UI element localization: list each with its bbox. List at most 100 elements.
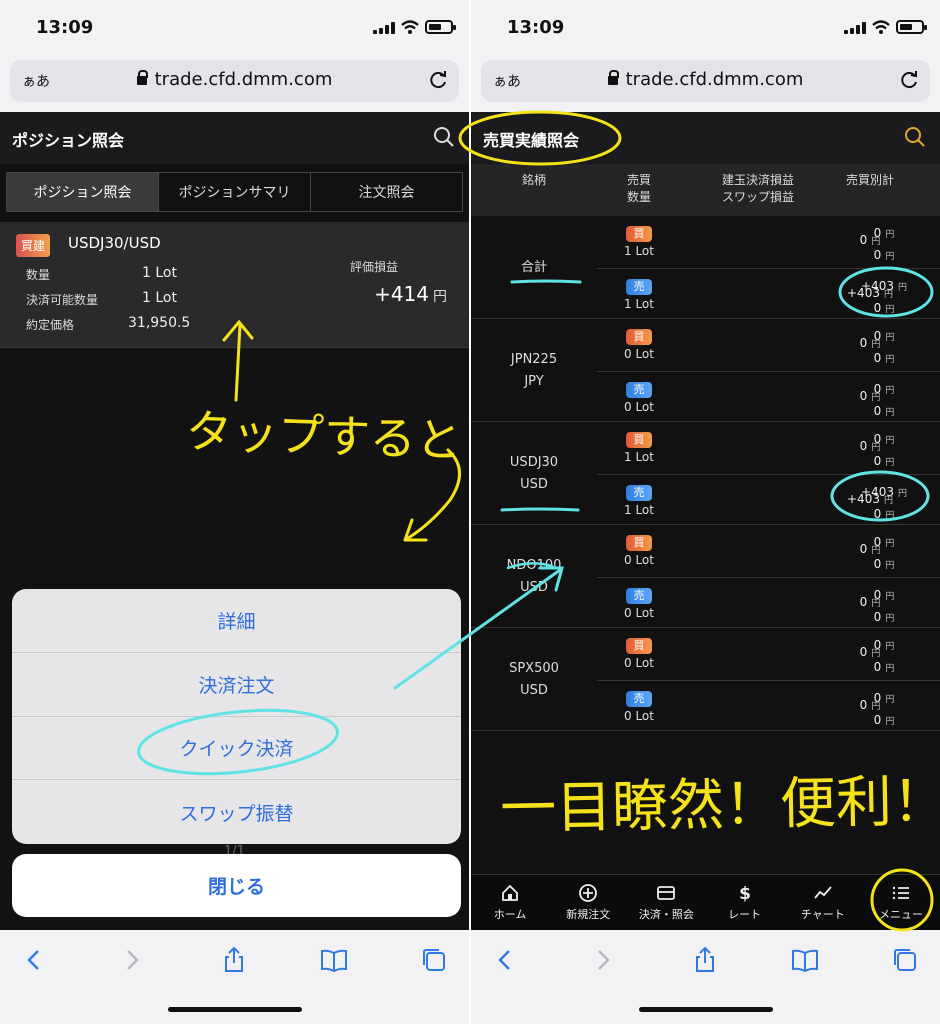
url-text: trade.cfd.dmm.com (625, 69, 804, 90)
table-row[interactable]: 買 0 Lot 0円 0円 0円 (597, 628, 940, 679)
exec-price-label: 約定価格 (26, 318, 75, 332)
symbol-cell: NDO100 USD (506, 557, 562, 595)
status-bar: 13:09 (0, 0, 469, 56)
forward-icon[interactable] (118, 946, 146, 974)
tab-orders[interactable]: 注文照会 (311, 173, 462, 211)
search-icon[interactable] (433, 126, 455, 148)
tabs-icon[interactable] (420, 946, 448, 974)
dollar-icon: $ (739, 884, 751, 903)
plus-circle-icon (579, 884, 598, 902)
status-bar: 13:09 (471, 0, 940, 56)
nav-item-card[interactable]: 決済・照会 (627, 875, 705, 930)
sheet-quick-settle-button[interactable]: クイック決済 (12, 717, 461, 781)
safari-toolbar (0, 930, 469, 1024)
sheet-swap-transfer-button[interactable]: スワップ振替 (12, 780, 461, 844)
pl-value-wrap: +414 円 (374, 282, 447, 306)
tabs-icon[interactable] (891, 946, 919, 974)
sheet-detail-button[interactable]: 詳細 (12, 589, 461, 653)
table-row[interactable]: 売 1 Lot +403 円 0円 +403 円 (597, 474, 940, 525)
symbol-cell: JPN225 JPY (510, 351, 558, 389)
total-cell: 0円 (859, 336, 881, 350)
side-badge: 買 (626, 226, 652, 242)
forward-icon[interactable] (589, 946, 617, 974)
nav-item-chart[interactable]: チャート (784, 875, 862, 930)
right-phone-screen: 13:09 ぁあ trade.cfd.dmm.com 売買実績照会 銘柄 売買数… (471, 0, 940, 1024)
app-header: 売買実績照会 (471, 112, 940, 164)
total-cell: +403 円 (847, 492, 893, 506)
reload-icon[interactable] (898, 69, 920, 91)
table-row[interactable]: 売 0 Lot 0円 0円 0円 (597, 577, 940, 628)
battery-icon (896, 20, 927, 34)
settleable-qty-value: 1 Lot (142, 290, 177, 306)
header-side-qty: 売買 数量 (626, 173, 651, 204)
sheet-settle-order-button[interactable]: 決済注文 (12, 653, 461, 717)
pl-label: 評価損益 (350, 260, 399, 274)
table-row[interactable]: 買 1 Lot 0円 0円 0円 (597, 422, 940, 473)
nav-label: 決済・照会 (638, 908, 694, 921)
pl-value: +414 (374, 282, 429, 306)
table-row[interactable]: 買 0 Lot 0円 0円 0円 (597, 319, 940, 370)
position-card[interactable]: 買建 USDJ30/USD 数量 1 Lot 決済可能数量 1 Lot 約定価格… (0, 222, 469, 348)
close-button[interactable]: 閉じる (12, 854, 461, 917)
side-badge: 売 (626, 691, 652, 707)
chart-icon (814, 886, 832, 899)
home-icon (502, 884, 518, 901)
safari-toolbar (471, 930, 940, 1024)
table-row[interactable]: 買 0 Lot 0円 0円 0円 (597, 525, 940, 576)
back-icon[interactable] (20, 946, 48, 974)
table-row[interactable]: 売 1 Lot +403 円 0円 +403 円 (597, 268, 940, 319)
lot-value: 0 Lot (624, 656, 654, 670)
tab-position-summary[interactable]: ポジションサマリ (159, 173, 311, 211)
nav-item-plus-circle[interactable]: 新規注文 (549, 875, 627, 930)
address-bar[interactable]: ぁあ trade.cfd.dmm.com (10, 60, 459, 102)
signal-icon (844, 22, 868, 34)
battery-icon (425, 20, 456, 34)
table-row[interactable]: 買 1 Lot 0円 0円 0円 (597, 216, 940, 267)
symbol-group[interactable]: USDJ30 USD 買 1 Lot 0円 0円 0円 売 1 Lot +403 円… (471, 422, 940, 525)
app-header: ポジション照会 (0, 112, 469, 164)
card-icon (657, 886, 676, 900)
nav-item-dollar[interactable]: $ レート (706, 875, 784, 930)
nav-item-home[interactable]: ホーム (471, 875, 549, 930)
table-row[interactable]: 売 0 Lot 0円 0円 0円 (597, 371, 940, 422)
nav-item-list[interactable]: メニュー (862, 875, 940, 930)
symbol-cell: 合計 (520, 259, 547, 275)
status-time: 13:09 (507, 17, 565, 38)
lot-value: 1 Lot (624, 503, 654, 517)
symbol-group[interactable]: NDO100 USD 買 0 Lot 0円 0円 0円 売 0 Lot 0円 0円… (471, 525, 940, 628)
url-text: trade.cfd.dmm.com (154, 69, 333, 90)
total-cell: +403 円 (847, 286, 893, 300)
buy-badge: 買建 (16, 234, 51, 257)
share-icon[interactable] (220, 946, 248, 974)
symbol-group[interactable]: SPX500 USD 買 0 Lot 0円 0円 0円 売 0 Lot 0円 0円… (471, 628, 940, 731)
search-icon[interactable] (904, 126, 926, 148)
header-total: 売買別計 (845, 173, 894, 187)
bookmarks-icon[interactable] (791, 946, 819, 974)
tab-bar: ポジション照会 ポジションサマリ 注文照会 (6, 172, 463, 212)
tab-position[interactable]: ポジション照会 (7, 173, 159, 211)
bookmarks-icon[interactable] (320, 946, 348, 974)
share-icon[interactable] (691, 946, 719, 974)
address-bar[interactable]: ぁあ trade.cfd.dmm.com (481, 60, 930, 102)
qty-label: 数量 (26, 268, 51, 282)
exec-price-value: 31,950.5 (128, 315, 191, 331)
pl-unit: 円 (433, 289, 447, 305)
reload-icon[interactable] (427, 69, 449, 91)
symbol-cell: USDJ30 USD (509, 454, 559, 492)
total-cell: 0円 (859, 389, 881, 403)
table-row[interactable]: 売 0 Lot 0円 0円 0円 (597, 680, 940, 731)
app-content: 売買実績照会 銘柄 売買 数量 建玉決済損益 スワップ損益 売買別計 合計 買 1 … (471, 112, 940, 930)
page-title: 売買実績照会 (483, 131, 580, 150)
side-badge: 売 (626, 382, 652, 398)
wifi-icon (401, 20, 419, 34)
header-pl: 建玉決済損益 スワップ損益 (721, 173, 794, 204)
lot-value: 0 Lot (624, 606, 654, 620)
signal-icon (373, 22, 397, 34)
action-sheet: 詳細 決済注文 クイック決済 スワップ振替 (12, 589, 461, 844)
back-icon[interactable] (491, 946, 519, 974)
app-content: ポジション照会 ポジション照会 ポジションサマリ 注文照会 買建 USDJ30/… (0, 112, 469, 930)
symbol-group[interactable]: JPN225 JPY 買 0 Lot 0円 0円 0円 売 0 Lot 0円 0円… (471, 319, 940, 422)
symbol-group[interactable]: 合計 買 1 Lot 0円 0円 0円 売 1 Lot +403 円 0円 +40… (471, 216, 940, 319)
total-cell: 0円 (859, 439, 881, 453)
total-cell: 0円 (859, 233, 881, 247)
